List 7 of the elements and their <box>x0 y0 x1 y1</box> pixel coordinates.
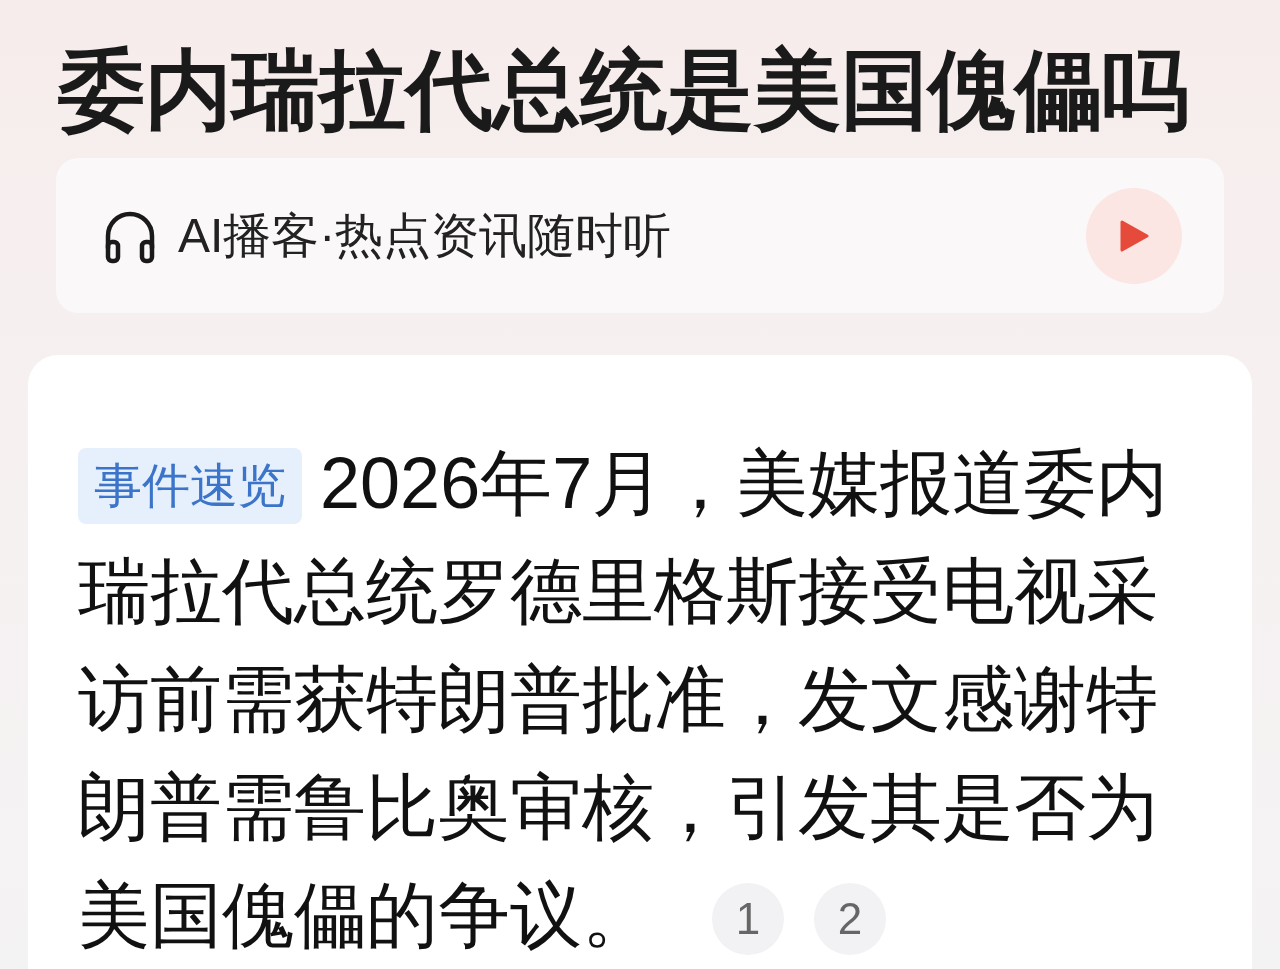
event-summary-tag: 事件速览 <box>78 448 302 524</box>
page-title: 委内瑞拉代总统是美国傀儡吗 <box>57 40 1190 140</box>
summary-paragraph: 事件速览 2026年7月，美媒报道委内瑞拉代总统罗德里格斯接受电视采访前需获特朗普批准，发文感谢特朗普需鲁比奥审核，引发其是否为美国傀儡的争议。 1 2 <box>78 442 1170 957</box>
citation-link[interactable]: 1 <box>712 883 784 955</box>
citation-link[interactable]: 2 <box>814 883 886 955</box>
podcast-label: AI播客·热点资讯随时听 <box>178 207 672 264</box>
play-icon <box>1119 219 1149 252</box>
